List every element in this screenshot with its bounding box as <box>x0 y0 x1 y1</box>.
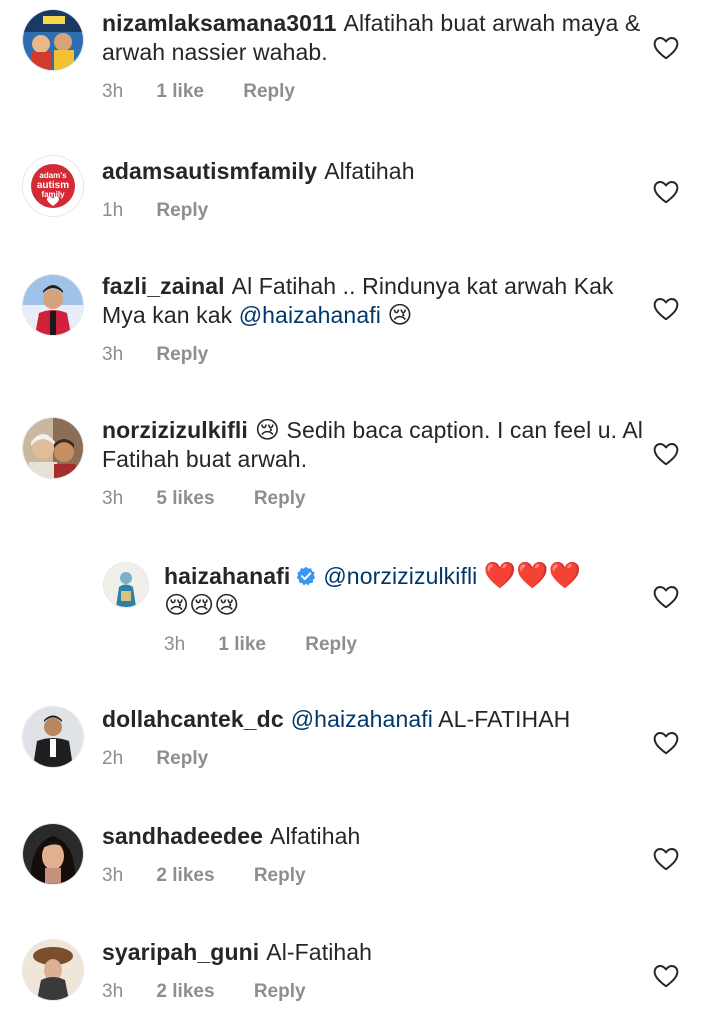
comment-body: haizahanafi @norzizizulkifli ❤️❤️❤️ 😢😢😢 3… <box>164 562 644 658</box>
avatar-image <box>23 707 83 767</box>
comment-meta: 3h 1 like Reply <box>102 81 647 105</box>
avatar-image <box>23 824 83 884</box>
comment-meta: 3h 2 likes Reply <box>102 865 647 889</box>
like-count[interactable]: 1 like <box>218 634 266 656</box>
svg-text:family: family <box>41 190 65 199</box>
avatar-image <box>23 275 83 335</box>
avatar-image <box>23 10 83 70</box>
comment-text: adamsautismfamily Alfatihah <box>102 157 647 186</box>
comment-meta: 3h 2 likes Reply <box>102 981 647 1005</box>
comment-list: nizamlaksamana3011 Alfatihah buat arwah m… <box>0 0 720 1024</box>
avatar[interactable] <box>23 824 83 884</box>
reply-button[interactable]: Reply <box>243 81 295 103</box>
comment-content: Alfatihah <box>324 158 415 184</box>
timestamp: 3h <box>164 634 186 655</box>
like-count[interactable]: 5 likes <box>156 488 214 510</box>
avatar[interactable] <box>23 275 83 335</box>
comment-text: haizahanafi @norzizizulkifli ❤️❤️❤️ 😢😢😢 <box>164 562 644 620</box>
like-count[interactable]: 1 like <box>156 81 204 103</box>
comment-body: norzizizulkifli 😢 Sedih baca caption. I c… <box>102 416 647 512</box>
timestamp: 2h <box>102 748 124 769</box>
heart-outline-icon[interactable] <box>653 297 679 321</box>
like-count[interactable]: 2 likes <box>156 981 214 1003</box>
comment-body: sandhadeedee Alfatihah 3h 2 likes Reply <box>102 822 647 889</box>
reply-button[interactable]: Reply <box>254 981 306 1003</box>
reply-button[interactable]: Reply <box>156 200 208 222</box>
mention-link[interactable]: @haizahanafi <box>291 706 433 732</box>
comment-body: dollahcantek_dc @haizahanafi AL-FATIHAH 2… <box>102 705 647 772</box>
comment-meta: 1h Reply <box>102 200 647 224</box>
comment-text: dollahcantek_dc @haizahanafi AL-FATIHAH <box>102 705 647 734</box>
avatar[interactable] <box>23 707 83 767</box>
mention-link[interactable]: @haizahanafi <box>239 302 381 328</box>
username[interactable]: nizamlaksamana3011 <box>102 10 337 36</box>
svg-text:adam's: adam's <box>39 171 67 180</box>
mention-link[interactable]: @norzizizulkifli <box>323 563 477 589</box>
timestamp: 3h <box>102 488 124 509</box>
comment-body: nizamlaksamana3011 Alfatihah buat arwah m… <box>102 9 647 105</box>
comment-body: syaripah_guni Al-Fatihah 3h 2 likes Reply <box>102 938 647 1005</box>
like-count[interactable]: 2 likes <box>156 865 214 887</box>
red-heart-emojis: ❤️❤️❤️ <box>483 561 582 591</box>
comment-meta: 3h 1 like Reply <box>164 634 644 658</box>
heart-outline-icon[interactable] <box>653 731 679 755</box>
comment-text: syaripah_guni Al-Fatihah <box>102 938 647 967</box>
avatar-image <box>23 418 83 478</box>
reply-button[interactable]: Reply <box>254 865 306 887</box>
comment-content: AL-FATIHAH <box>438 706 571 732</box>
username[interactable]: norzizizulkifli <box>102 417 248 443</box>
comment-text: nizamlaksamana3011 Alfatihah buat arwah m… <box>102 9 647 67</box>
comment-body: adamsautismfamily Alfatihah 1h Reply <box>102 157 647 224</box>
avatar-image: adam's autism family <box>23 156 83 216</box>
crying-emoji: 😢 <box>387 301 413 329</box>
username[interactable]: syaripah_guni <box>102 939 259 965</box>
reply-button[interactable]: Reply <box>156 344 208 366</box>
username[interactable]: adamsautismfamily <box>102 158 317 184</box>
crying-emoji: 😢 <box>254 416 281 444</box>
avatar[interactable] <box>104 563 148 607</box>
crying-emojis: 😢😢😢 <box>164 591 240 619</box>
reply-button[interactable]: Reply <box>156 748 208 770</box>
avatar-image <box>23 940 83 1000</box>
comment-text: sandhadeedee Alfatihah <box>102 822 647 851</box>
username[interactable]: fazli_zainal <box>102 273 225 299</box>
heart-outline-icon[interactable] <box>653 180 679 204</box>
heart-outline-icon[interactable] <box>653 964 679 988</box>
heart-outline-icon[interactable] <box>653 585 679 609</box>
reply-button[interactable]: Reply <box>305 634 357 656</box>
comment-text: fazli_zainal Al Fatihah .. Rindunya kat a… <box>102 272 647 330</box>
comment-content: Al-Fatihah <box>266 939 373 965</box>
heart-outline-icon[interactable] <box>653 36 679 60</box>
verified-badge-icon <box>297 566 316 586</box>
timestamp: 3h <box>102 344 124 365</box>
username[interactable]: dollahcantek_dc <box>102 706 284 732</box>
timestamp: 1h <box>102 200 124 221</box>
avatar[interactable]: adam's autism family <box>23 156 83 216</box>
timestamp: 3h <box>102 865 124 886</box>
avatar[interactable] <box>23 940 83 1000</box>
comment-meta: 2h Reply <box>102 748 647 772</box>
comment-text: norzizizulkifli 😢 Sedih baca caption. I c… <box>102 416 647 474</box>
avatar[interactable] <box>23 418 83 478</box>
username[interactable]: sandhadeedee <box>102 823 263 849</box>
reply-button[interactable]: Reply <box>254 488 306 510</box>
heart-outline-icon[interactable] <box>653 442 679 466</box>
comment-meta: 3h Reply <box>102 344 647 368</box>
comment-body: fazli_zainal Al Fatihah .. Rindunya kat a… <box>102 272 647 368</box>
comment-meta: 3h 5 likes Reply <box>102 488 647 512</box>
avatar[interactable] <box>23 10 83 70</box>
timestamp: 3h <box>102 81 124 102</box>
timestamp: 3h <box>102 981 124 1002</box>
heart-outline-icon[interactable] <box>653 847 679 871</box>
comment-content: Alfatihah <box>270 823 361 849</box>
avatar-image <box>104 563 148 607</box>
username[interactable]: haizahanafi <box>164 563 290 589</box>
